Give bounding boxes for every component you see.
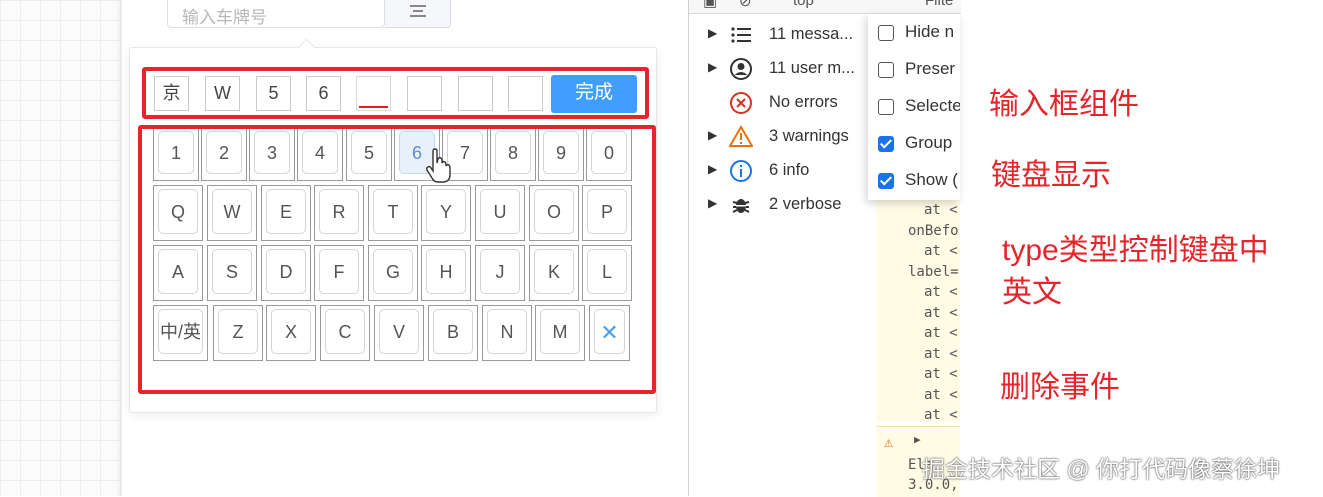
clear-console-icon[interactable]: ⊘	[739, 0, 752, 10]
console-filter-label: 3 warnings	[769, 127, 849, 145]
code-line: onBefo	[908, 222, 959, 239]
code-line: at <	[924, 202, 958, 218]
code-line: at <	[924, 304, 958, 321]
code-line: at <	[924, 325, 958, 341]
console-filter-row[interactable]: ▶ 11 user m...	[688, 52, 868, 86]
code-line: at <	[924, 407, 958, 422]
checkbox[interactable]	[878, 136, 894, 152]
settings-checkbox-item[interactable]: Hide n	[878, 22, 960, 46]
input-component-highlight	[142, 67, 649, 119]
bug-icon	[729, 193, 753, 217]
checkbox[interactable]	[878, 25, 894, 41]
canvas-grid-background	[0, 0, 122, 496]
console-filter-label: 2 verbose	[769, 195, 842, 213]
console-filter-row[interactable]: ▶ 3 warnings	[688, 120, 868, 154]
settings-checkbox-item[interactable]: Preser	[878, 59, 960, 83]
settings-button[interactable]	[385, 0, 451, 28]
code-line: at <	[924, 345, 958, 362]
filter-input[interactable]: Filte	[925, 0, 953, 9]
expand-triangle-icon[interactable]: ▶	[914, 433, 921, 446]
context-selector[interactable]: top	[793, 0, 814, 9]
checkbox-label: Group	[905, 133, 953, 152]
info-icon	[729, 159, 753, 183]
checkbox[interactable]	[878, 62, 894, 78]
plate-number-input[interactable]: 输入车牌号	[167, 0, 385, 28]
console-filter-row[interactable]: ▶ 6 info	[688, 154, 868, 188]
checkbox[interactable]	[878, 99, 894, 115]
console-filter-row[interactable]: ▶ 11 messa...	[688, 18, 868, 52]
checkbox-label: Preser	[905, 59, 956, 78]
sidebar-toggle-icon[interactable]: ▣	[703, 0, 717, 10]
console-code-output: at < onBefo at < label= at < at < at < at < at <…	[876, 200, 960, 422]
console-filter-label: No errors	[769, 93, 838, 111]
expand-triangle-icon[interactable]: ▶	[708, 60, 717, 74]
watermark: 掘金技术社区 @ 你打代码像蔡徐坤	[922, 456, 1281, 482]
devtools-toolbar: ▣ ⊘ top Filte	[689, 0, 961, 14]
annotation-input-component: 输入框组件	[989, 88, 1139, 121]
checkbox-label: Hide n	[905, 22, 955, 41]
checkbox-label: Selecte	[905, 96, 960, 115]
error-icon	[729, 91, 753, 115]
keyboard-highlight	[138, 125, 656, 394]
user-icon	[729, 57, 753, 81]
settings-checkbox-item[interactable]: Show (	[878, 170, 960, 194]
warning-icon	[728, 125, 754, 149]
settings-checkbox-item[interactable]: Group	[878, 133, 960, 157]
console-filter-row[interactable]: No errors	[688, 86, 868, 120]
code-line: at <	[924, 284, 958, 300]
console-filter-label: 11 user m...	[769, 59, 855, 77]
console-settings-menu: Hide n Preser Selecte Group Show (	[868, 14, 960, 200]
console-filter-label: 6 info	[769, 161, 810, 179]
plate-number-placeholder: 输入车牌号	[182, 8, 267, 27]
console-filter-label: 11 messa...	[769, 25, 854, 43]
console-filter-row[interactable]: ▶ 2 verbose	[688, 188, 868, 222]
list-icon	[729, 23, 753, 47]
annotation-delete-event: 删除事件	[1000, 371, 1120, 404]
code-line: at <	[924, 366, 958, 382]
expand-triangle-icon[interactable]: ▶	[708, 128, 717, 142]
code-line: label=	[908, 263, 959, 280]
warning-icon: ⚠	[884, 433, 894, 451]
annotation-type-control: type类型控制键盘中	[1002, 234, 1269, 267]
expand-triangle-icon[interactable]: ▶	[708, 162, 717, 176]
expand-triangle-icon[interactable]: ▶	[708, 196, 717, 210]
annotation-type-control-cont: 英文	[1002, 276, 1062, 309]
expand-triangle-icon[interactable]: ▶	[708, 26, 717, 40]
checkbox[interactable]	[878, 173, 894, 189]
settings-checkbox-item[interactable]: Selecte	[878, 96, 960, 120]
code-line: at <	[924, 243, 958, 259]
checkbox-label: Show (	[905, 170, 958, 189]
adjust-icon	[410, 5, 426, 17]
annotation-keyboard-display: 键盘显示	[991, 159, 1111, 192]
code-line: at <	[924, 386, 958, 403]
